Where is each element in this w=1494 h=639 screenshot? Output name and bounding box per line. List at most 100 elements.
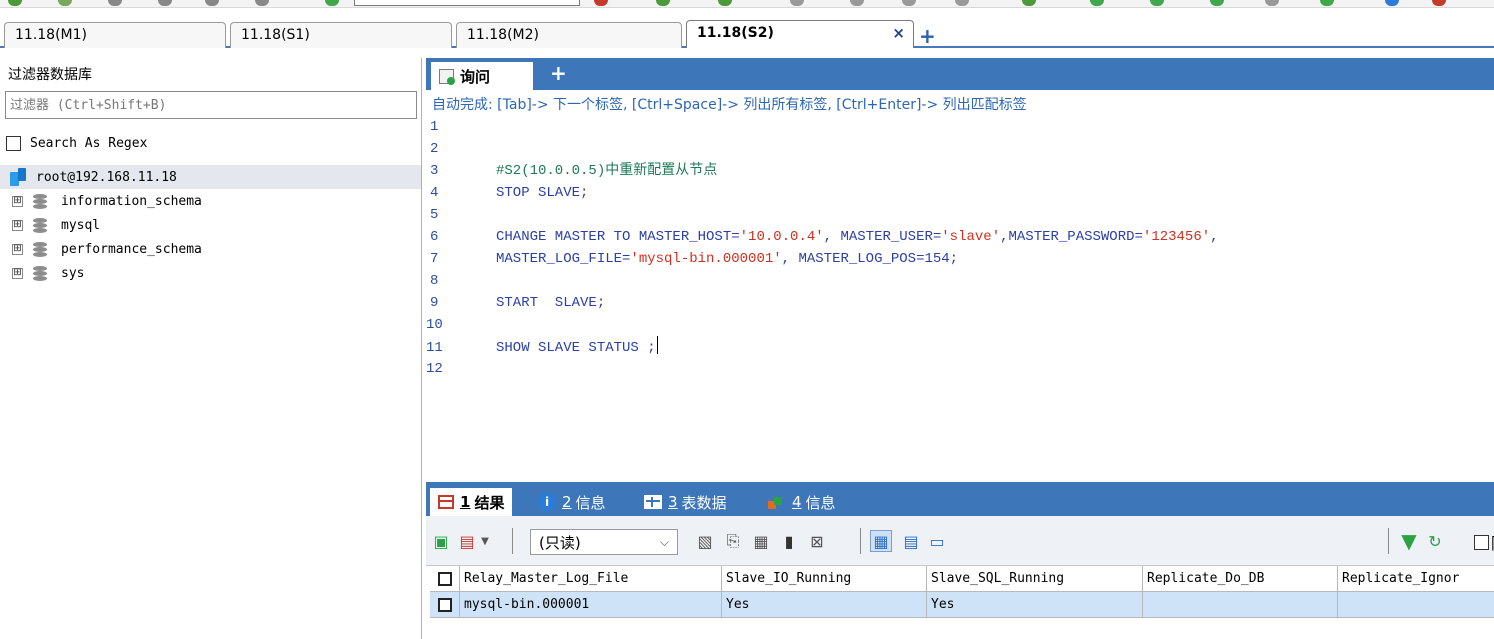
cancel-changes-icon[interactable]: ⊠ <box>806 530 828 552</box>
expand-icon[interactable]: ⊞ <box>12 267 23 279</box>
toolbar-icon[interactable] <box>955 0 969 6</box>
duplicate-row-icon[interactable]: ⎘ <box>722 530 744 552</box>
toolbar-icon[interactable] <box>594 0 608 6</box>
toolbar-icon[interactable] <box>1265 0 1279 6</box>
table-row[interactable]: mysql-bin.000001 Yes Yes <box>430 592 1494 618</box>
select-all-checkbox[interactable] <box>438 571 452 586</box>
tree-root-connection[interactable]: root@192.168.11.18 <box>0 165 421 189</box>
close-icon[interactable]: × <box>892 24 905 42</box>
row-select-cell[interactable] <box>430 592 460 618</box>
sql-punct: , <box>1210 229 1219 245</box>
column-header[interactable]: Replicate_Ignor <box>1338 566 1494 592</box>
filter-icon[interactable]: ▼ <box>1398 529 1420 553</box>
toolbar-icon[interactable] <box>255 0 269 6</box>
regex-checkbox[interactable] <box>6 135 21 151</box>
sql-statement: STOP SLAVE; <box>496 185 589 201</box>
hide-checkbox[interactable] <box>1474 534 1489 550</box>
tab-info[interactable]: 4 信息 <box>760 488 844 516</box>
tree-item-mysql[interactable]: ⊞ mysql <box>12 214 100 236</box>
toolbar-icon[interactable] <box>1385 0 1399 6</box>
line-number: 4 <box>430 185 439 201</box>
tree-item-sys[interactable]: ⊞ sys <box>12 262 84 284</box>
tab-table-data[interactable]: 3 表数据 <box>636 488 735 516</box>
column-header[interactable]: Replicate_Do_DB <box>1143 566 1338 592</box>
table-cell[interactable] <box>1338 592 1494 618</box>
column-header[interactable]: Relay_Master_Log_File <box>460 566 722 592</box>
connection-tab-s2[interactable]: 11.18(S2) × <box>686 20 914 48</box>
main-toolbar <box>0 0 1494 8</box>
query-tab-label: 询问 <box>460 67 491 86</box>
table-cell[interactable]: Yes <box>927 592 1143 618</box>
expand-icon[interactable]: ⊞ <box>12 219 23 231</box>
tree-item-information-schema[interactable]: ⊞ information_schema <box>12 190 202 212</box>
table-cell[interactable]: Yes <box>722 592 927 618</box>
expand-icon[interactable]: ⊞ <box>12 243 23 255</box>
column-header[interactable]: Slave_SQL_Running <box>927 566 1143 592</box>
table-cell[interactable] <box>1143 592 1338 618</box>
code-line: 5 <box>426 204 1494 226</box>
sql-editor[interactable]: 自动完成: [Tab]-> 下一个标签, [Ctrl+Space]-> 列出所有… <box>426 90 1494 482</box>
toolbar-connection-field[interactable] <box>354 0 580 6</box>
chevron-down-icon[interactable]: ▼ <box>478 530 492 552</box>
toolbar-icon[interactable] <box>718 0 732 6</box>
table-cell[interactable]: mysql-bin.000001 <box>460 592 722 618</box>
toolbar-icon[interactable] <box>158 0 172 6</box>
tab-query[interactable]: 询问 <box>431 62 533 90</box>
grid-view-icon[interactable]: ▦ <box>870 530 892 552</box>
form-view-icon[interactable]: ▤ <box>900 530 922 552</box>
tab-messages[interactable]: i 2 信息 <box>530 488 614 516</box>
refresh-row-icon[interactable]: ▧ <box>694 530 716 552</box>
toolbar-icon[interactable] <box>325 0 339 6</box>
query-icon <box>439 68 455 85</box>
toolbar-icon[interactable] <box>902 0 916 6</box>
connection-tab-m1[interactable]: 11.18(M1) <box>4 22 226 48</box>
readonly-select[interactable]: (只读) ⌵ <box>530 529 678 555</box>
tab-results[interactable]: 1 结果 <box>430 488 513 516</box>
toolbar-icon[interactable] <box>1432 0 1446 6</box>
new-tab-button[interactable]: + <box>919 24 936 48</box>
tree-item-performance-schema[interactable]: ⊞ performance_schema <box>12 238 202 260</box>
add-query-tab-button[interactable]: + <box>550 61 567 85</box>
grid-menu-icon[interactable]: ▤ <box>456 530 478 552</box>
toolbar-icon[interactable] <box>1210 0 1224 6</box>
hide-option[interactable]: 隐 <box>1474 530 1494 554</box>
line-number: 7 <box>430 251 439 267</box>
toolbar-icon[interactable] <box>656 0 670 6</box>
connection-tab-s1[interactable]: 11.18(S1) <box>230 22 452 48</box>
text-view-icon[interactable]: ▭ <box>926 530 948 552</box>
search-as-regex-option[interactable]: Search As Regex <box>6 134 147 152</box>
save-icon[interactable]: ▦ <box>750 530 772 552</box>
line-number: 1 <box>430 119 439 135</box>
sql-keyword: , MASTER_USER= <box>823 229 942 245</box>
connection-tab-label: 11.18(S2) <box>697 25 774 41</box>
select-all-cell[interactable] <box>430 566 460 592</box>
row-checkbox[interactable] <box>438 597 452 612</box>
sql-string: '123456' <box>1142 229 1211 245</box>
line-number: 8 <box>430 273 439 289</box>
results-grid: Relay_Master_Log_File Slave_IO_Running S… <box>426 566 1494 639</box>
column-header[interactable]: Slave_IO_Running <box>722 566 927 592</box>
toolbar-icon[interactable] <box>1150 0 1164 6</box>
toolbar-icon[interactable] <box>1022 0 1036 6</box>
toolbar-icon[interactable] <box>1320 0 1334 6</box>
toolbar-icon[interactable] <box>1090 0 1104 6</box>
refresh-icon[interactable]: ↻ <box>1424 530 1446 552</box>
toolbar-icon[interactable] <box>58 0 72 6</box>
line-number: 3 <box>430 163 439 179</box>
add-row-icon[interactable]: ▣ <box>430 530 452 552</box>
toolbar-icon[interactable] <box>8 0 22 6</box>
toolbar-icon[interactable] <box>850 0 864 6</box>
toolbar-icon[interactable] <box>108 0 122 6</box>
code-line: 3 #S2(10.0.0.5)中重新配置从节点 <box>426 160 1494 182</box>
line-number: 6 <box>430 229 439 245</box>
filter-input[interactable] <box>5 91 417 119</box>
grid-header-row: Relay_Master_Log_File Slave_IO_Running S… <box>430 566 1494 592</box>
expand-icon[interactable]: ⊞ <box>12 195 23 207</box>
toolbar-icon[interactable] <box>790 0 804 6</box>
code-line: 6 CHANGE MASTER TO MASTER_HOST='10.0.0.4'… <box>426 226 1494 248</box>
delete-icon[interactable]: ▮ <box>778 530 800 552</box>
connection-tab-m2[interactable]: 11.18(M2) <box>456 22 682 48</box>
toolbar-icon[interactable] <box>205 0 219 6</box>
code-line: 10 <box>426 314 1494 336</box>
autocomplete-hint: 自动完成: [Tab]-> 下一个标签, [Ctrl+Space]-> 列出所有… <box>432 97 1027 113</box>
